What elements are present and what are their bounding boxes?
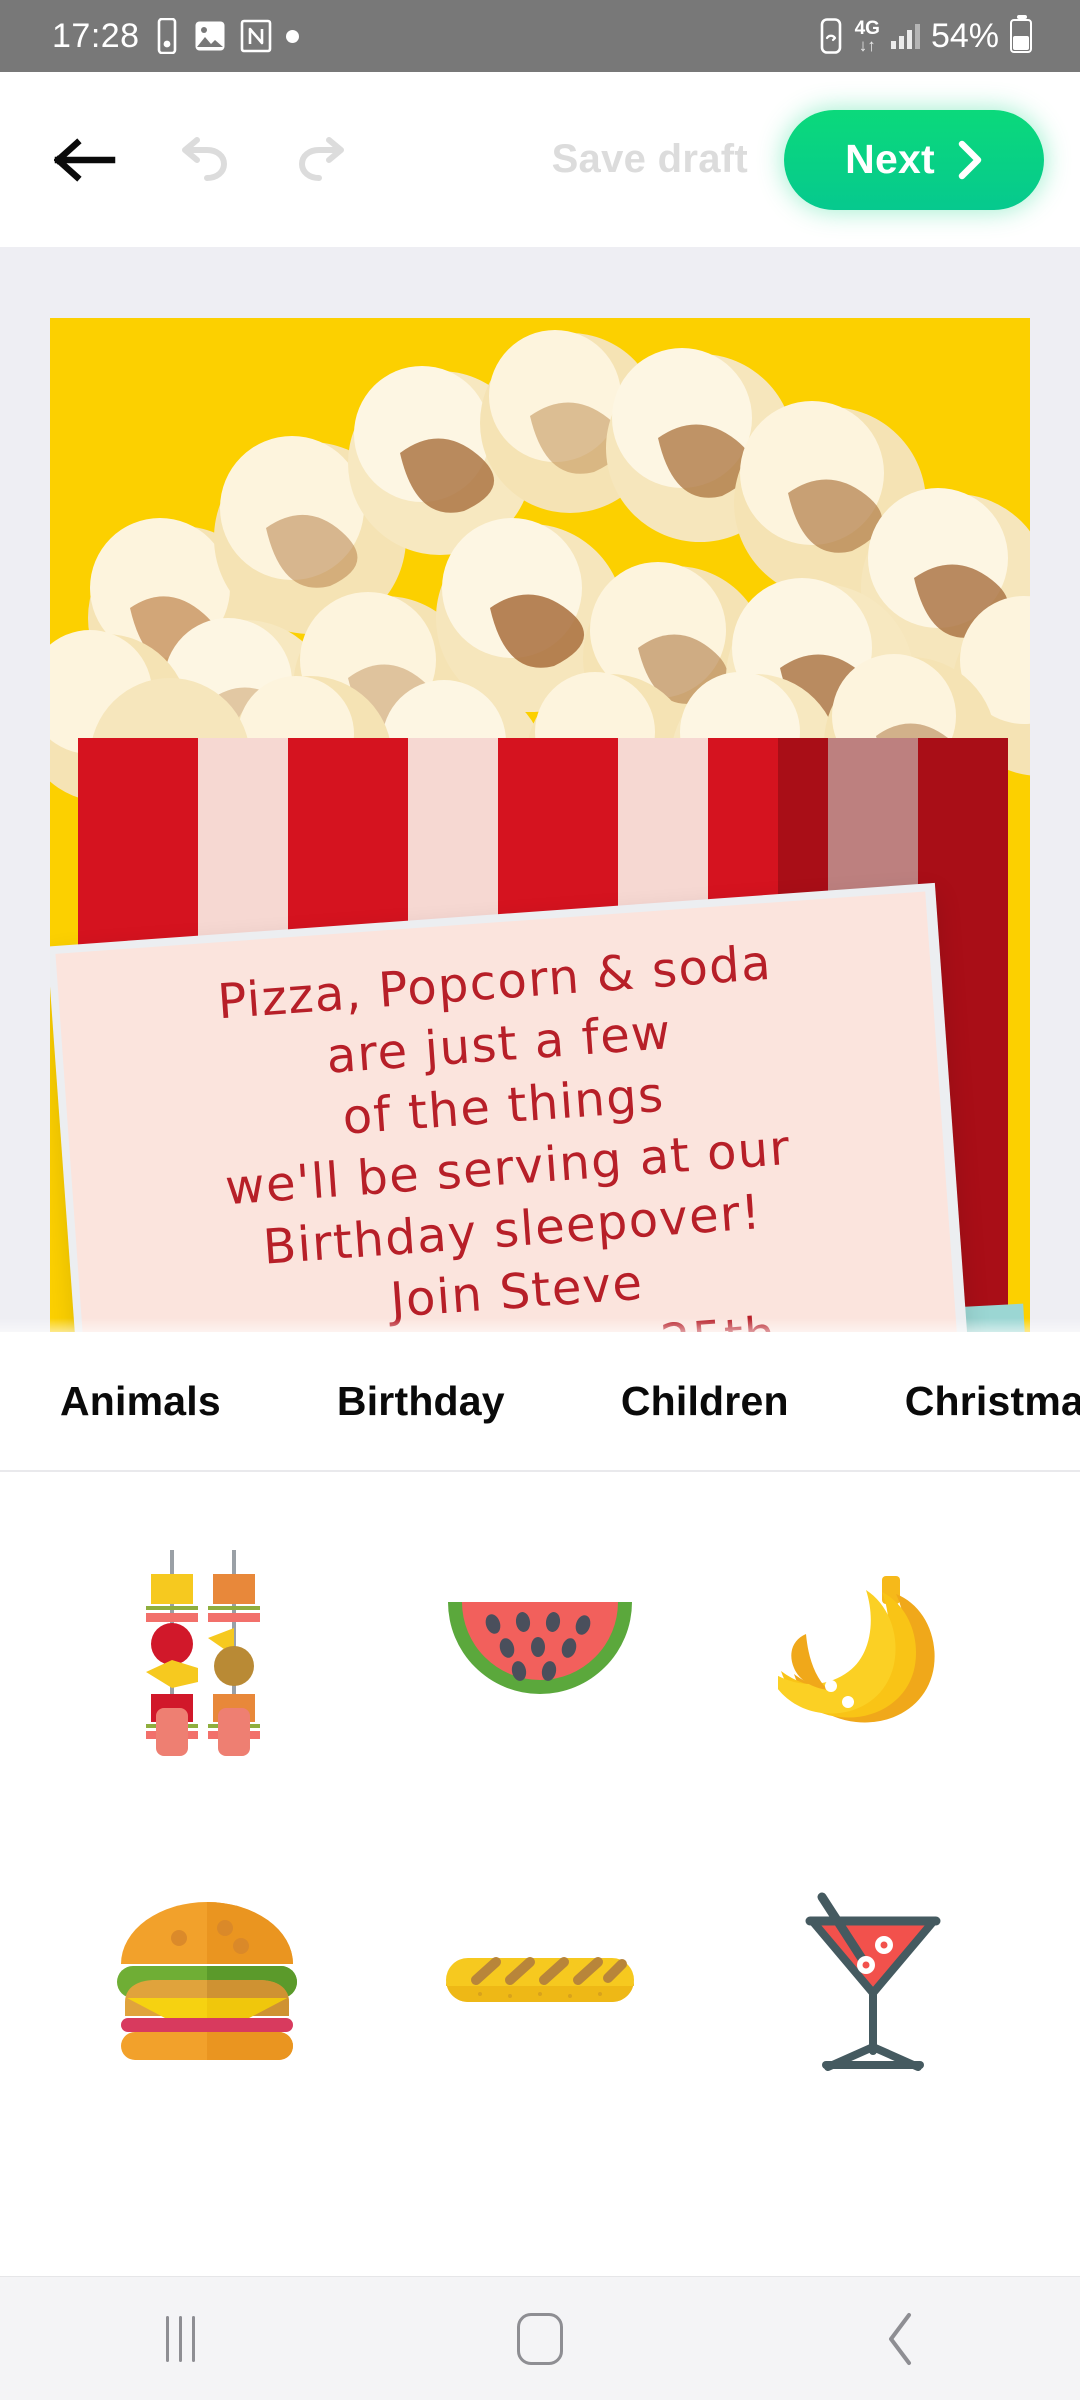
status-bar-left: 17:28 (0, 17, 299, 56)
arrow-left-icon (54, 137, 116, 182)
recents-icon (165, 2315, 195, 2362)
sticker-item[interactable] (40, 1538, 373, 1768)
kebab-skewers-icon (145, 1550, 260, 1756)
next-button[interactable]: Next (784, 109, 1044, 210)
watermelon-icon (447, 1602, 632, 1694)
chevron-left-icon (889, 2312, 911, 2365)
app-screen: 17:28 4G ↓↑ 54% Save draft Next Pizza, P… (0, 0, 1080, 2400)
tab-children[interactable]: Children (621, 1378, 789, 1425)
status-bar-right: 4G ↓↑ 54% (818, 15, 1080, 56)
design-canvas-stage[interactable]: ✂ Pizza, Popcorn & soda are just a few o… (0, 247, 1080, 1332)
back-button[interactable] (42, 117, 128, 203)
note-line: Pizza, Popcorn & soda (215, 934, 774, 1031)
baguette-icon (445, 1957, 634, 2002)
save-draft-button[interactable]: Save draft (552, 137, 748, 182)
notion-icon (240, 19, 272, 53)
vibrate-phone-icon (154, 18, 180, 54)
chevron-right-icon (958, 140, 982, 179)
sticker-grid (0, 1472, 1080, 2094)
network-type-indicator: 4G ↓↑ (854, 17, 880, 55)
sticker-item[interactable] (40, 1864, 373, 2094)
system-back-button[interactable] (810, 2277, 990, 2400)
sticker-item[interactable] (373, 1538, 706, 1768)
status-bar-clock: 17:28 (52, 16, 140, 55)
editor-toolbar: Save draft Next (0, 72, 1080, 247)
gallery-icon (194, 20, 226, 52)
design-canvas[interactable]: ✂ Pizza, Popcorn & soda are just a few o… (50, 318, 1030, 1332)
undo-button[interactable] (158, 117, 244, 203)
signal-bars-icon (890, 23, 920, 49)
tab-christmas[interactable]: Christmas (905, 1378, 1080, 1425)
recents-button[interactable] (90, 2277, 270, 2400)
sticker-item[interactable] (707, 1538, 1040, 1768)
data-saver-icon (818, 18, 844, 54)
redo-icon (298, 136, 344, 181)
sticker-panel: Animals Birthday Children Christmas (0, 1332, 1080, 2400)
status-bar: 17:28 4G ↓↑ 54% (0, 0, 1080, 72)
battery-percent-label: 54% (930, 16, 999, 55)
note-card[interactable]: Pizza, Popcorn & soda are just a few of … (55, 891, 965, 1332)
note-line: Join Steve (388, 1254, 646, 1329)
sticker-category-tabs[interactable]: Animals Birthday Children Christmas (0, 1332, 1080, 1472)
battery-icon (1010, 15, 1032, 53)
sticker-item[interactable] (373, 1864, 706, 2094)
next-button-label: Next (845, 136, 935, 182)
undo-icon (182, 136, 228, 181)
data-transfer-icon: ↓↑ (858, 35, 876, 55)
home-icon (517, 2312, 563, 2365)
sticker-item[interactable] (707, 1864, 1040, 2094)
home-button[interactable] (450, 2277, 630, 2400)
redo-button[interactable] (282, 117, 368, 203)
tab-animals[interactable]: Animals (60, 1378, 221, 1425)
android-nav-bar (0, 2276, 1080, 2400)
tab-birthday[interactable]: Birthday (337, 1378, 505, 1425)
bananas-icon (778, 1576, 935, 1723)
cocktail-icon (805, 1892, 941, 2071)
burger-icon (116, 1902, 297, 2060)
dot-icon (285, 29, 299, 43)
